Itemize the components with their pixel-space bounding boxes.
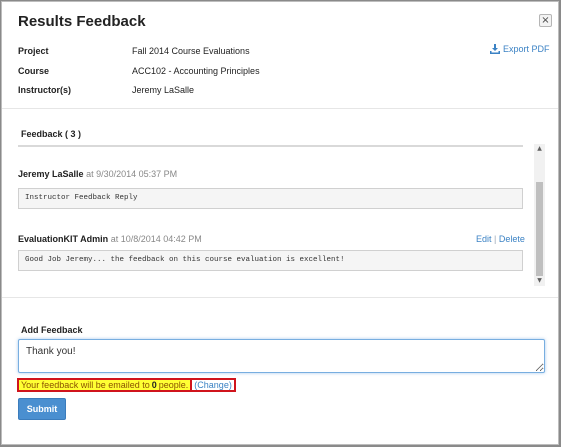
feedback-header-divider <box>18 145 523 147</box>
feedback-entry-author: EvaluationKIT Admin at 10/8/2014 04:42 P… <box>18 234 202 244</box>
submit-button[interactable]: Submit <box>18 398 66 420</box>
close-icon: × <box>541 15 550 26</box>
instructor-label: Instructor(s) <box>18 85 72 95</box>
feedback-scrollbar[interactable]: ▲ ▼ <box>534 144 545 286</box>
email-notice: Your feedback will be emailed to 0 peopl… <box>17 378 236 392</box>
course-value: ACC102 - Accounting Principles <box>132 66 260 76</box>
author-name: Jeremy LaSalle <box>18 169 84 179</box>
project-label: Project <box>18 46 49 56</box>
change-recipients-link[interactable]: (Change) <box>192 378 236 392</box>
dialog-title: Results Feedback <box>18 13 146 30</box>
notice-prefix: Your feedback will be emailed to <box>21 380 150 390</box>
divider <box>2 108 558 109</box>
add-feedback-input[interactable]: Thank you! <box>18 339 545 373</box>
export-pdf-link[interactable]: Export PDF <box>490 44 550 54</box>
feedback-entry-text: Good Job Jeremy... the feedback on this … <box>18 250 523 271</box>
project-value: Fall 2014 Course Evaluations <box>132 46 250 56</box>
notice-count: 0 <box>151 380 157 390</box>
action-separator: | <box>494 234 497 244</box>
course-label: Course <box>18 66 50 76</box>
download-icon <box>490 44 500 54</box>
author-name: EvaluationKIT Admin <box>18 234 109 244</box>
instructor-value: Jeremy LaSalle <box>132 85 195 95</box>
edit-link[interactable]: Edit <box>476 234 492 244</box>
scroll-down-arrow-icon[interactable]: ▼ <box>534 276 545 286</box>
scroll-thumb[interactable] <box>536 182 543 276</box>
add-feedback-label: Add Feedback <box>21 325 83 335</box>
export-pdf-label: Export PDF <box>503 44 550 54</box>
close-button[interactable]: × <box>539 14 552 27</box>
feedback-entry-author: Jeremy LaSalle at 9/30/2014 05:37 PM <box>18 169 177 179</box>
delete-link[interactable]: Delete <box>499 234 525 244</box>
results-feedback-dialog: Results Feedback × Export PDF Project Fa… <box>1 1 559 445</box>
divider <box>2 297 558 298</box>
entry-date: at 9/30/2014 05:37 PM <box>86 169 178 179</box>
entry-actions: Edit | Delete <box>476 234 525 244</box>
scroll-up-arrow-icon[interactable]: ▲ <box>534 144 545 154</box>
feedback-header: Feedback ( 3 ) <box>21 129 82 139</box>
email-notice-text: Your feedback will be emailed to 0 peopl… <box>17 378 193 392</box>
feedback-entry-text: Instructor Feedback Reply <box>18 188 523 209</box>
notice-suffix: people. <box>158 380 189 390</box>
entry-date: at 10/8/2014 04:42 PM <box>110 234 202 244</box>
